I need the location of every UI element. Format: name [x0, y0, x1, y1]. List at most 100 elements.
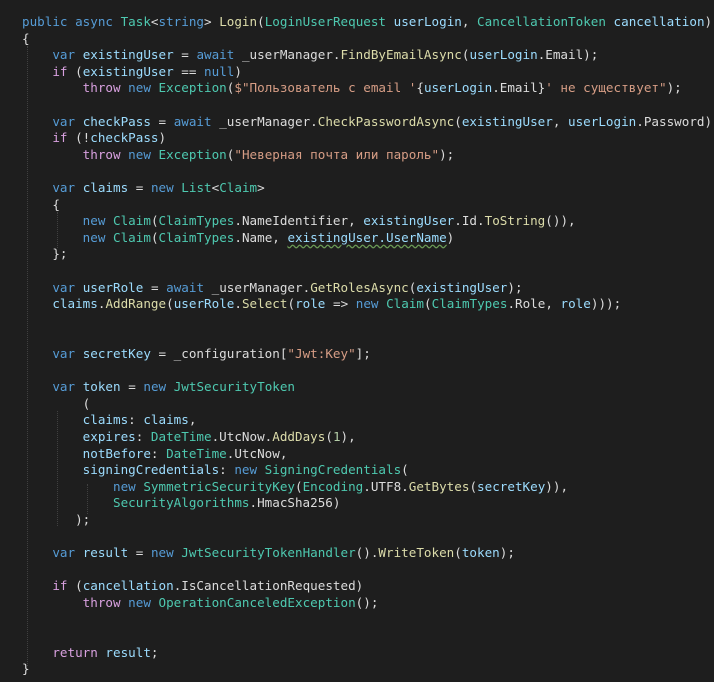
code-token: userLogin [469, 47, 538, 63]
code-token: (! [67, 130, 91, 146]
code-line[interactable]: signingCredentials: new SigningCredentia… [22, 462, 409, 479]
code-line[interactable]: throw new Exception("Неверная почта или … [22, 147, 455, 164]
code-token: new [234, 462, 265, 478]
code-token: claims [52, 296, 98, 312]
code-token: .NameIdentifier, [234, 213, 364, 229]
code-token: ); [666, 80, 682, 96]
code-token: ()), [545, 213, 576, 229]
code-token: CancellationToken [477, 14, 606, 29]
code-token: _userManager. [219, 113, 318, 129]
code-token: .UTF8. [363, 478, 409, 494]
code-line[interactable]: ( [22, 396, 91, 413]
code-token: .Email} [492, 80, 546, 96]
code-line[interactable]: { [22, 31, 30, 48]
code-token: Encoding [302, 478, 364, 494]
code-line[interactable]: throw new OperationCanceledException(); [22, 595, 379, 612]
code-line[interactable]: notBefore: DateTime.UtcNow, [22, 445, 288, 463]
code-token: < [150, 14, 159, 29]
code-token: ( [67, 63, 83, 79]
code-line[interactable]: }; [22, 246, 67, 263]
code-token: => [325, 296, 356, 312]
code-line[interactable]: return result; [22, 644, 159, 662]
code-token: .Name, [234, 229, 288, 245]
code-token: token [461, 545, 500, 561]
code-token: { [52, 196, 60, 212]
code-token: ; [150, 644, 159, 660]
code-token: : [150, 445, 167, 461]
code-line[interactable]: var checkPass = await _userManager.Check… [22, 114, 714, 131]
code-token: (). [355, 545, 379, 561]
code-line[interactable]: if (existingUser == null) [22, 64, 242, 81]
code-line[interactable]: new Claim(ClaimTypes.NameIdentifier, exi… [22, 213, 576, 230]
code-token: new [150, 545, 182, 561]
code-token: new [128, 595, 159, 610]
code-line[interactable]: claims: claims, [22, 412, 197, 429]
code-line[interactable]: var token = new JwtSecurityToken [22, 379, 295, 396]
code-token: Claim [219, 180, 258, 195]
code-token: existingUser [82, 47, 174, 63]
code-line[interactable]: if (cancellation.IsCancellationRequested… [22, 578, 363, 595]
code-token: Task [120, 14, 151, 29]
code-line[interactable]: var existingUser = await _userManager.Fi… [22, 47, 598, 64]
code-token: userLogin [568, 113, 637, 129]
code-token: existingUser [461, 113, 553, 129]
code-token: ) [704, 14, 713, 29]
code-line[interactable]: new SymmetricSecurityKey(Encoding.UTF8.G… [22, 479, 568, 496]
code-line[interactable]: if (!checkPass) [22, 130, 166, 147]
code-token: ) [446, 229, 455, 245]
code-line[interactable]: new Claim(ClaimTypes.Name, existingUser.… [22, 229, 455, 247]
code-token: new [355, 296, 387, 312]
code-line[interactable]: var secretKey = _configuration["Jwt:Key"… [22, 346, 371, 363]
code-token: Claim [386, 296, 425, 312]
code-token: , [461, 14, 478, 29]
code-line[interactable]: throw new Exception($"Пользователь с ema… [22, 80, 682, 97]
code-token: LoginUserRequest [264, 14, 387, 29]
code-token: await [173, 113, 220, 129]
code-token: List [181, 180, 212, 195]
code-token: await [166, 279, 212, 295]
code-token: : [219, 462, 235, 478]
code-line[interactable]: expires: DateTime.UtcNow.AddDays(1), [22, 429, 356, 446]
code-token: } [22, 661, 30, 677]
code-line[interactable]: claims.AddRange(userRole.Select(role => … [22, 296, 621, 313]
code-line[interactable]: var claims = new List<Claim> [22, 180, 264, 197]
code-token: JwtSecurityTokenHandler [181, 545, 356, 561]
code-token: .Id. [454, 213, 485, 229]
code-line[interactable]: public async Task<string> Login(LoginUse… [22, 14, 712, 31]
code-line[interactable]: var userRole = await _userManager.GetRol… [22, 279, 522, 297]
code-token: secretKey [477, 478, 546, 494]
code-editor[interactable]: public async Task<string> Login(LoginUse… [0, 0, 714, 682]
code-token: _userManager. [211, 279, 311, 295]
code-token: ClaimTypes [431, 296, 508, 312]
code-line[interactable]: var result = new JwtSecurityTokenHandler… [22, 545, 515, 562]
code-token: _userManager. [241, 47, 341, 63]
code-line[interactable]: SecurityAlgorithms.HmacSha256) [22, 495, 340, 512]
code-token: Claim [113, 229, 151, 245]
code-line[interactable]: { [22, 197, 60, 214]
code-token: ( [166, 296, 174, 312]
code-token: = [120, 379, 144, 395]
code-token: secretKey [82, 346, 151, 361]
code-token: OperationCanceledException [158, 595, 356, 610]
code-token: var [52, 346, 83, 361]
code-token: return [52, 644, 106, 660]
code-token: ) [158, 130, 167, 146]
code-line[interactable]: } [22, 661, 30, 678]
code-token: var [52, 545, 83, 561]
code-line[interactable]: ); [22, 512, 90, 529]
code-token: (); [355, 595, 379, 610]
code-token: Select [241, 296, 288, 312]
code-token: .UtcNow, [226, 445, 288, 461]
code-token: ( [454, 545, 462, 561]
code-token: if [52, 578, 68, 594]
